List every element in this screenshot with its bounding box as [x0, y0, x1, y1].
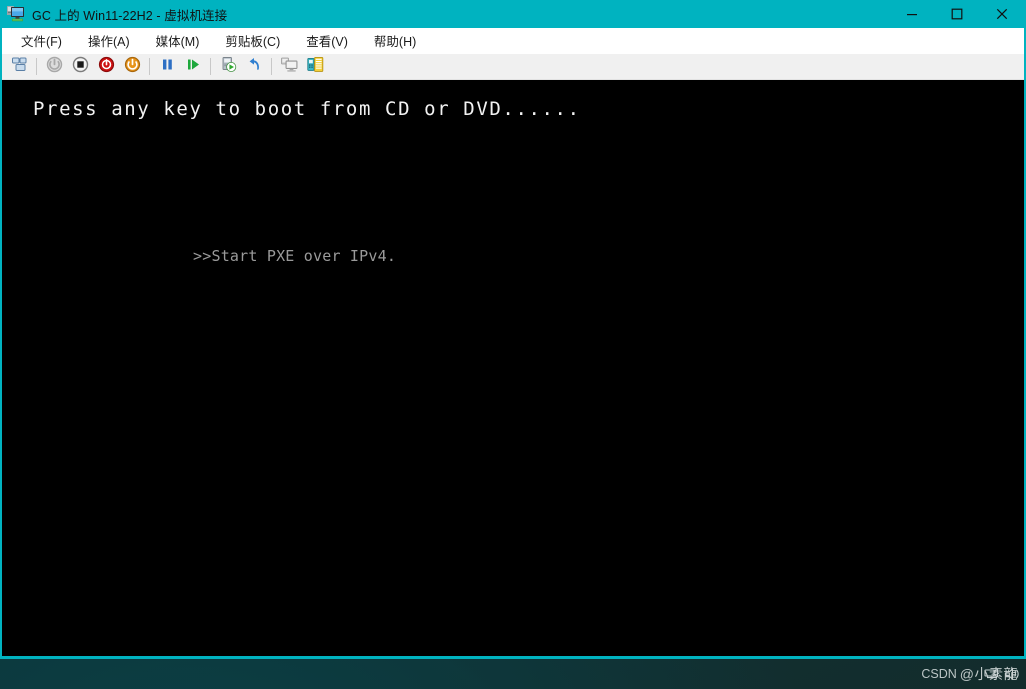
vm-connection-window: GC 上的 Win11-22H2 - 虚拟机连接 文件(F) 操作(A) 媒体(…: [0, 0, 1026, 659]
revert-icon: [246, 56, 263, 78]
window-title: GC 上的 Win11-22H2 - 虚拟机连接: [32, 8, 228, 23]
revert-button[interactable]: [242, 55, 266, 78]
enhanced-session-button[interactable]: [303, 55, 327, 78]
menu-item-view[interactable]: 查看(V): [296, 28, 358, 54]
ctrl-alt-delete-button[interactable]: [7, 55, 31, 78]
checkpoint-button[interactable]: [216, 55, 240, 78]
toolbar-separator-2: [149, 58, 150, 75]
host-taskbar: CSDN @小素龍: [0, 659, 1026, 689]
maximize-button[interactable]: [934, 0, 979, 28]
vm-console-screen[interactable]: Press any key to boot from CD or DVD....…: [2, 80, 1024, 656]
title-bar[interactable]: GC 上的 Win11-22H2 - 虚拟机连接: [2, 0, 1024, 28]
resume-icon: [185, 56, 202, 78]
resume-button[interactable]: [181, 55, 205, 78]
volume-tray-icon[interactable]: [1004, 666, 1020, 682]
basic-session-icon: [280, 56, 298, 78]
reset-button[interactable]: [120, 55, 144, 78]
shut-down-icon: [98, 56, 115, 78]
shut-down-button[interactable]: [94, 55, 118, 78]
close-button[interactable]: [979, 0, 1024, 28]
watermark-brand: CSDN: [921, 667, 957, 681]
start-button[interactable]: [42, 55, 66, 78]
minimize-button[interactable]: [889, 0, 934, 28]
menu-item-file[interactable]: 文件(F): [11, 28, 72, 54]
toolbar: [2, 54, 1024, 80]
vm-connection-icon: [7, 5, 25, 23]
ctrl-alt-delete-icon: [11, 56, 28, 78]
network-tray-icon[interactable]: [984, 666, 1000, 682]
menu-item-action[interactable]: 操作(A): [78, 28, 140, 54]
reset-icon: [124, 56, 141, 78]
checkpoint-icon: [220, 56, 237, 78]
menu-item-media[interactable]: 媒体(M): [146, 28, 210, 54]
menu-bar: 文件(F) 操作(A) 媒体(M) 剪贴板(C) 查看(V) 帮助(H): [2, 28, 1024, 54]
boot-from-cd-prompt: Press any key to boot from CD or DVD....…: [33, 98, 581, 120]
pause-button[interactable]: [155, 55, 179, 78]
toolbar-separator-1: [36, 58, 37, 75]
turn-off-icon: [72, 56, 89, 78]
toolbar-separator-3: [210, 58, 211, 75]
enhanced-session-icon: [306, 56, 324, 78]
window-controls: [889, 0, 1024, 28]
start-icon: [46, 56, 63, 78]
pxe-boot-message: >>Start PXE over IPv4.: [193, 247, 397, 265]
turn-off-button[interactable]: [68, 55, 92, 78]
pause-icon: [159, 56, 176, 78]
system-tray: [984, 659, 1020, 689]
menu-item-help[interactable]: 帮助(H): [364, 28, 426, 54]
menu-item-clipboard[interactable]: 剪贴板(C): [215, 28, 290, 54]
basic-session-button[interactable]: [277, 55, 301, 78]
toolbar-separator-4: [271, 58, 272, 75]
